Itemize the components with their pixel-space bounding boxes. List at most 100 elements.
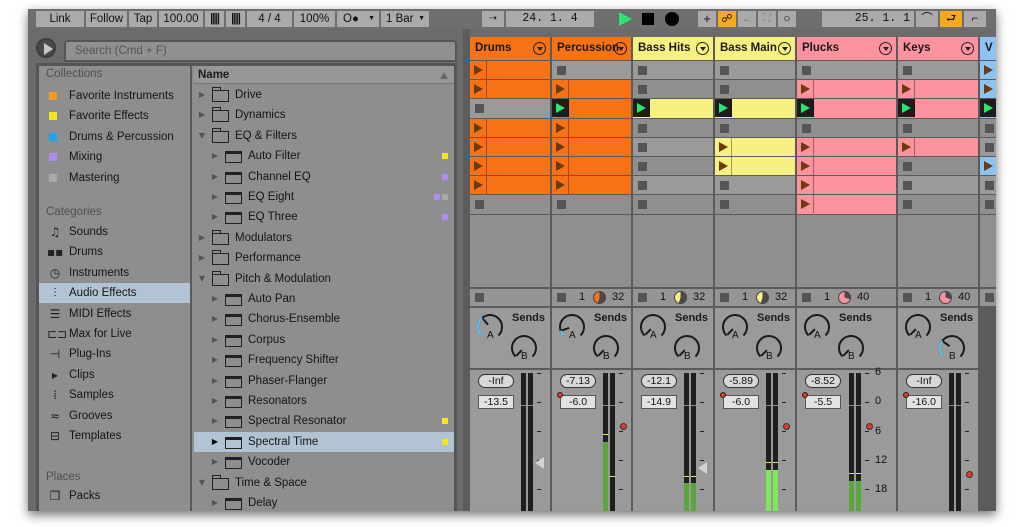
clip-slot[interactable] <box>980 157 996 176</box>
send-a-knob[interactable]: A <box>639 313 667 344</box>
volume-fader-handle[interactable] <box>535 456 544 469</box>
clip-slot[interactable] <box>797 195 896 214</box>
clip-stop-icon[interactable] <box>903 162 912 171</box>
browser-toggle-button[interactable] <box>36 38 56 58</box>
collection-favorite-effects[interactable]: Favorite Effects <box>39 106 190 126</box>
clip-stop-icon[interactable] <box>985 181 994 191</box>
volume-fader-handle[interactable] <box>783 422 790 430</box>
clip-slot[interactable] <box>898 61 978 80</box>
clip-stop-icon[interactable] <box>720 66 729 75</box>
category-clips[interactable]: ▸ Clips <box>39 365 190 385</box>
device-row[interactable]: ▶ Resonators <box>194 391 454 411</box>
clip-slot[interactable] <box>797 137 896 156</box>
clip-stop-icon[interactable] <box>638 162 647 171</box>
clip-slot[interactable] <box>470 157 550 176</box>
clip-slot[interactable] <box>552 99 631 118</box>
clip-stop-icon[interactable] <box>638 85 647 95</box>
category-plug-ins[interactable]: ⊣ Plug-Ins <box>39 344 190 364</box>
clip-slot[interactable] <box>898 99 978 118</box>
folder-row[interactable]: ▼ EQ & Filters <box>194 126 454 146</box>
track-header[interactable]: Bass Hits <box>633 37 713 60</box>
send-b-knob[interactable]: B <box>673 334 701 365</box>
clip-slot[interactable] <box>898 137 978 156</box>
clip-slot[interactable] <box>633 176 713 195</box>
clip-stop-icon[interactable] <box>985 142 994 152</box>
track-header[interactable]: Percussion <box>552 37 631 60</box>
category-grooves[interactable]: ≈ Grooves <box>39 406 190 426</box>
disclosure-collapsed-icon[interactable]: ▶ <box>210 146 220 166</box>
volume-fader-handle[interactable] <box>698 461 707 474</box>
disclosure-collapsed-icon[interactable]: ▶ <box>210 350 220 370</box>
clip-launch-icon[interactable] <box>470 176 487 195</box>
clip-launch-icon[interactable] <box>470 80 487 99</box>
clip-launch-icon[interactable] <box>552 118 569 137</box>
disclosure-collapsed-icon[interactable]: ▶ <box>197 248 207 268</box>
collection-mixing[interactable]: Mixing <box>39 147 190 167</box>
track-header[interactable]: V <box>980 37 996 60</box>
search-input[interactable]: Search (Cmd + F) <box>64 40 457 62</box>
send-a-knob[interactable]: A <box>558 313 586 344</box>
clip-launch-icon[interactable] <box>980 157 996 175</box>
volume-box[interactable]: -13.5 <box>478 395 514 409</box>
disclosure-collapsed-icon[interactable]: ▶ <box>210 411 220 431</box>
send-a-knob[interactable]: A <box>476 313 504 344</box>
device-row[interactable]: ▶ Channel EQ <box>194 167 454 187</box>
clip-slot[interactable] <box>797 157 896 176</box>
clip-launch-icon[interactable] <box>715 137 732 156</box>
category-audio-effects[interactable]: ⫶ Audio Effects <box>39 283 190 304</box>
disclosure-collapsed-icon[interactable]: ▶ <box>210 309 220 329</box>
clip-playing-icon[interactable] <box>898 99 915 118</box>
metronome-button[interactable]: O● ▼ <box>337 11 379 27</box>
clip-launch-icon[interactable] <box>470 157 487 175</box>
folder-row[interactable]: ▶ Performance <box>194 248 454 268</box>
track-stop-button[interactable] <box>985 293 994 302</box>
device-row[interactable]: ▶ EQ Eight <box>194 187 454 207</box>
record-button[interactable] <box>664 11 680 27</box>
clip-slot[interactable] <box>633 157 713 176</box>
volume-box[interactable]: -14.9 <box>641 395 677 409</box>
clip-slot[interactable] <box>715 157 795 176</box>
category-drums[interactable]: ▪▪ Drums <box>39 242 190 262</box>
category-samples[interactable]: ⁞ Samples <box>39 385 190 405</box>
clip-slot[interactable] <box>552 118 631 137</box>
volume-readout[interactable]: -5.89 <box>723 374 759 388</box>
clip-stop-icon[interactable] <box>720 181 729 191</box>
clip-stop-icon[interactable] <box>638 181 647 191</box>
clip-stop-icon[interactable] <box>985 200 994 210</box>
volume-fader-handle[interactable] <box>966 471 973 479</box>
clip-stop-icon[interactable] <box>802 123 811 133</box>
clip-slot[interactable] <box>980 176 996 195</box>
clip-slot[interactable] <box>797 176 896 195</box>
disclosure-collapsed-icon[interactable]: ▶ <box>210 432 220 452</box>
disclosure-collapsed-icon[interactable]: ▶ <box>197 85 207 105</box>
clip-slot[interactable] <box>797 99 896 118</box>
device-row[interactable]: ▶ Spectral Resonator <box>194 411 454 431</box>
clip-stop-icon[interactable] <box>638 66 647 75</box>
disclosure-collapsed-icon[interactable]: ▶ <box>210 452 220 472</box>
folder-row[interactable]: ▶ Dynamics <box>194 105 454 125</box>
clip-slot[interactable] <box>715 137 795 156</box>
clip-launch-icon[interactable] <box>980 80 996 98</box>
clip-slot[interactable] <box>470 195 550 214</box>
loop-button[interactable]: ⮐ <box>940 11 962 27</box>
clip-slot[interactable] <box>633 80 713 99</box>
disclosure-collapsed-icon[interactable]: ▶ <box>210 371 220 391</box>
disclosure-collapsed-icon[interactable]: ▶ <box>210 289 220 309</box>
clip-stop-icon[interactable] <box>985 123 994 133</box>
time-signature-field[interactable]: 4 / 4 <box>247 11 292 27</box>
follow-button[interactable]: Follow <box>86 11 127 27</box>
play-button[interactable] <box>616 11 634 27</box>
clip-slot[interactable] <box>470 137 550 156</box>
volume-fader-handle[interactable] <box>866 422 873 430</box>
clip-slot[interactable] <box>552 80 631 99</box>
clip-stop-icon[interactable] <box>903 200 912 210</box>
clip-stop-icon[interactable] <box>475 104 484 114</box>
automation-arm-button[interactable]: ☍ <box>718 11 736 27</box>
name-column-header[interactable]: Name <box>194 66 454 84</box>
clip-stop-icon[interactable] <box>903 123 912 133</box>
loop-length-field[interactable]: 25. 1. 1 <box>822 11 914 27</box>
clip-slot[interactable] <box>898 195 978 214</box>
punch-out-button[interactable]: ⌐ <box>964 11 986 27</box>
clip-slot[interactable] <box>980 195 996 214</box>
arrangement-position-field[interactable]: 24. 1. 4 <box>506 11 594 27</box>
